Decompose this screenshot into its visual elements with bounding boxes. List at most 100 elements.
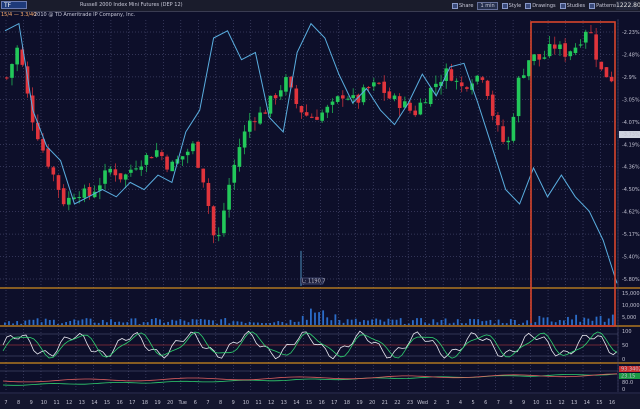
x-axis-label: 14 <box>293 400 299 406</box>
candle <box>428 87 433 104</box>
volume-bar <box>310 308 312 325</box>
candle <box>113 169 118 176</box>
volume-bar <box>175 320 178 325</box>
volume-bar <box>52 319 55 325</box>
candle <box>144 155 149 165</box>
candle <box>10 64 14 78</box>
x-axis-label: 12 <box>558 400 564 406</box>
volume-bar <box>412 320 414 325</box>
volume-bar <box>522 322 524 325</box>
candle <box>392 95 397 100</box>
timeframe-dropdown[interactable]: 1 min <box>477 1 498 10</box>
volume-bar <box>69 320 72 325</box>
share-icon <box>452 2 458 9</box>
candle <box>103 170 107 184</box>
volume-bar <box>97 322 100 325</box>
volume-bar <box>187 322 190 325</box>
volume-bar <box>497 319 500 325</box>
volume-bar <box>77 320 80 325</box>
candle <box>449 69 454 81</box>
x-axis-label: 14 <box>584 400 590 406</box>
volume-bar <box>195 319 198 325</box>
volume-bar <box>85 318 88 325</box>
volume-bar <box>12 323 14 325</box>
candle <box>573 47 578 54</box>
volume-bar <box>224 318 227 325</box>
volume-bar <box>314 312 316 325</box>
candle <box>501 126 505 142</box>
candle <box>475 75 480 82</box>
candle <box>253 121 257 123</box>
volume-bar <box>338 320 341 325</box>
volume-bar <box>534 322 537 325</box>
volume-bar <box>44 318 47 325</box>
volume-tick-label: 15,000 <box>622 291 640 297</box>
volume-bar <box>509 319 512 325</box>
chart-canvas[interactable]: -2.23% -2.48% -2.9% -3.05% -4.07% -4.19% -4.36… <box>0 0 640 409</box>
volume-bar <box>473 319 475 325</box>
volume-tick-label: 5,000 <box>622 315 636 321</box>
volume-bar <box>305 319 308 325</box>
candle <box>165 156 169 170</box>
volume-bar <box>595 316 598 325</box>
volume-bar <box>293 321 296 325</box>
candle <box>480 77 485 80</box>
oscillator-tick-label: 0 <box>622 357 625 363</box>
candle <box>594 34 598 60</box>
candle <box>583 31 588 43</box>
x-axis-label: 2 <box>434 400 437 406</box>
x-axis-label: 11 <box>255 400 261 406</box>
volume-bar <box>93 322 96 325</box>
instrument-title: Russell 2000 Index Mini Futures (DEP 12) <box>80 2 183 8</box>
studies-label: Studies <box>566 2 586 9</box>
price-tick-label: -5.17% <box>622 232 640 238</box>
patterns-button[interactable]: Patterns <box>589 2 617 9</box>
style-button[interactable]: Style <box>501 2 521 9</box>
volume-bar <box>28 319 31 325</box>
volume-bar <box>240 321 243 325</box>
price-tick-label: -4.19% <box>622 142 640 148</box>
volume-bar <box>603 321 606 325</box>
x-axis-label: 9 <box>522 400 525 406</box>
candle <box>278 90 283 97</box>
candle <box>532 54 536 61</box>
price-tick-label: -5.80% <box>622 277 640 283</box>
x-axis-label: 16 <box>609 400 615 406</box>
x-axis-label: 3 <box>446 400 449 406</box>
x-axis-label: 10 <box>41 400 47 406</box>
volume-bar <box>583 317 586 325</box>
symbol-input[interactable]: TF <box>1 1 27 9</box>
volume-bar <box>358 321 361 325</box>
x-axis-label: 14 <box>91 400 97 406</box>
volume-bar <box>391 319 394 325</box>
volume-bar <box>542 317 545 325</box>
volume-bar <box>407 323 410 325</box>
x-axis-label: 15 <box>596 400 602 406</box>
volume-bar <box>167 321 169 325</box>
volume-bar <box>342 322 345 325</box>
volume-bar <box>481 321 484 325</box>
style-icon <box>501 2 508 9</box>
x-axis-label: Tue <box>177 400 187 406</box>
price-tick-label: -2.9% <box>622 75 637 81</box>
volume-bar <box>36 318 39 325</box>
share-button[interactable]: Share <box>452 2 474 9</box>
volume-bar <box>318 312 320 325</box>
volume-bar <box>150 319 153 325</box>
volume-bar <box>452 322 455 325</box>
share-label: Share <box>459 2 474 9</box>
drawings-button[interactable]: Drawings <box>525 2 556 9</box>
candle <box>361 87 366 103</box>
candle <box>325 106 330 113</box>
candle <box>527 60 531 77</box>
volume-tick-label: 10,000 <box>622 303 640 309</box>
candle <box>568 51 573 57</box>
candle <box>547 44 552 57</box>
volume-bar <box>154 318 157 325</box>
volume-bar <box>130 318 133 325</box>
candle <box>382 81 386 93</box>
volume-bar <box>371 319 373 325</box>
x-axis-label: 10 <box>243 400 249 406</box>
study-info-bar: 15/4 — 3.3/40 2010 @ TD Ameritrade IP Co… <box>0 11 620 19</box>
studies-button[interactable]: Studies <box>559 2 586 9</box>
